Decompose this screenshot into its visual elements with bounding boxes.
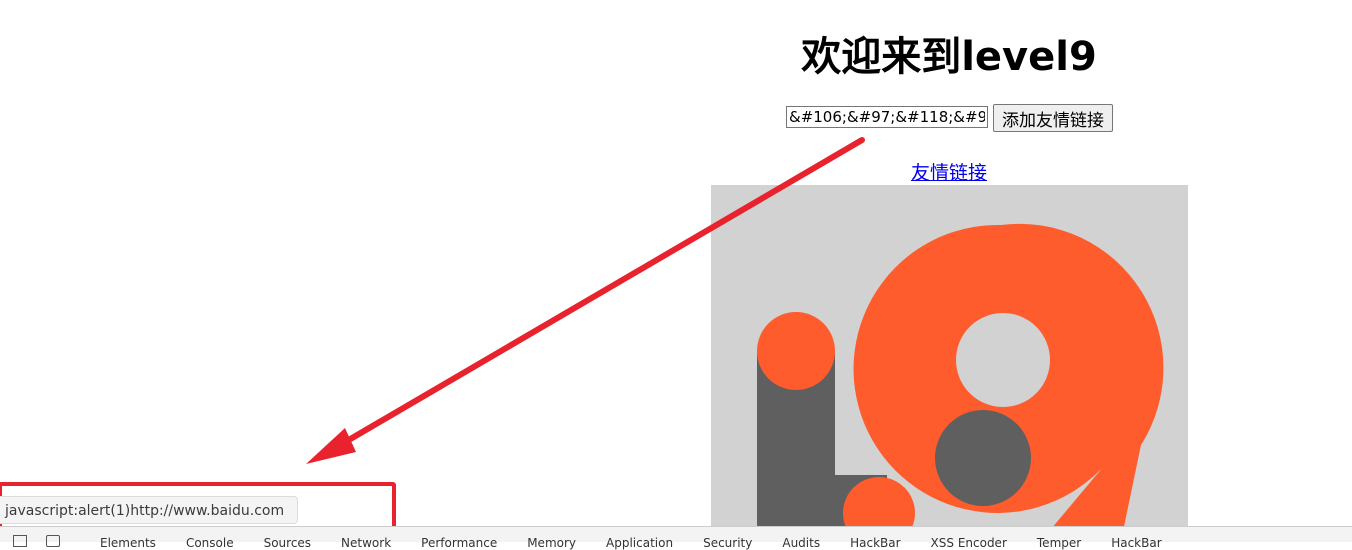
tab-hackbar-2[interactable]: HackBar [1111, 536, 1161, 550]
tab-network[interactable]: Network [341, 536, 391, 550]
logo-nine-hole [956, 313, 1050, 407]
inspect-icon[interactable] [13, 535, 27, 547]
logo-nine-dot [935, 410, 1031, 506]
tab-sources[interactable]: Sources [264, 536, 311, 550]
tab-memory[interactable]: Memory [527, 536, 576, 550]
devtools-tabs: Elements Console Sources Network Performance… [100, 536, 1192, 550]
tab-performance[interactable]: Performance [421, 536, 497, 550]
tab-console[interactable]: Console [186, 536, 234, 550]
keyword-input[interactable] [786, 106, 988, 128]
tab-security[interactable]: Security [703, 536, 752, 550]
devtools-tab-bar: Elements Console Sources Network Performance… [0, 526, 1352, 550]
add-friend-link-button[interactable]: 添加友情链接 [993, 104, 1113, 132]
tab-temper[interactable]: Temper [1037, 536, 1081, 550]
status-bar-url: javascript:alert(1)http://www.baidu.com [0, 496, 298, 524]
page-title: 欢迎来到level9 [801, 34, 1097, 80]
tab-hackbar[interactable]: HackBar [850, 536, 900, 550]
friend-link[interactable]: 友情链接 [0, 158, 1352, 185]
device-toggle-icon[interactable] [46, 535, 60, 547]
tab-xss-encoder[interactable]: XSS Encoder [931, 536, 1007, 550]
level9-logo-image [711, 185, 1188, 541]
logo-l-top-dot [757, 312, 835, 390]
tab-elements[interactable]: Elements [100, 536, 156, 550]
tab-audits[interactable]: Audits [782, 536, 820, 550]
tab-application[interactable]: Application [606, 536, 673, 550]
